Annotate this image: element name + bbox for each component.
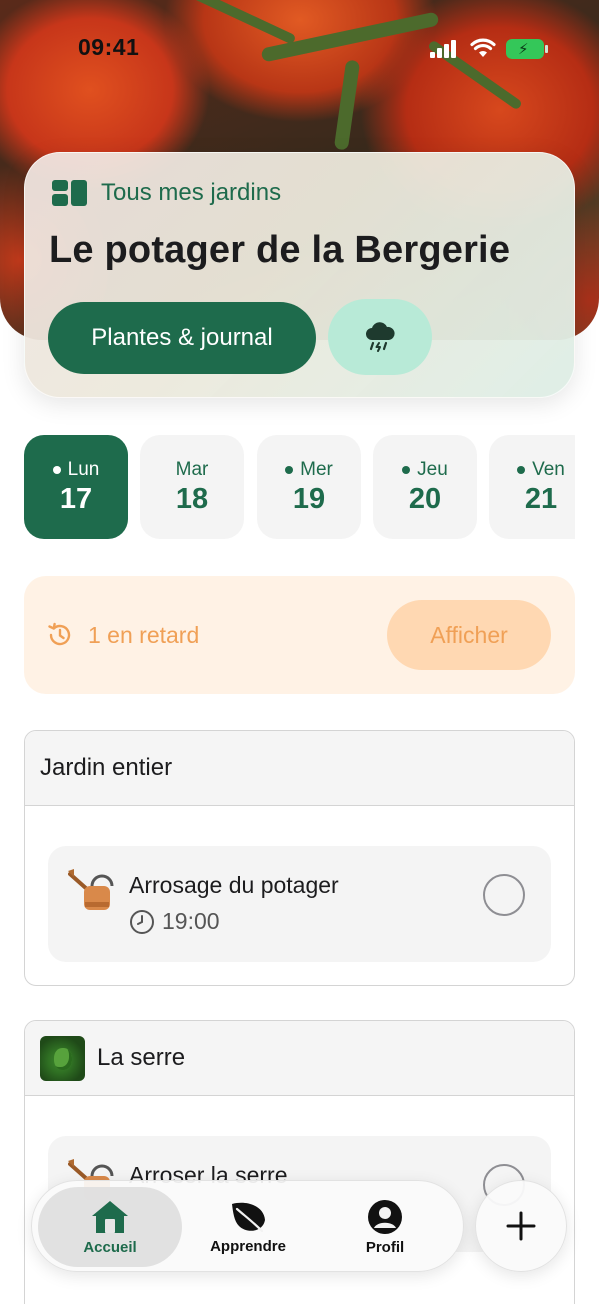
day-name: Mer: [300, 459, 333, 480]
day-chip[interactable]: Mar 18: [140, 435, 244, 539]
section-header: La serre: [25, 1021, 574, 1096]
day-name: Ven: [532, 459, 565, 480]
day-name: Mar: [175, 459, 209, 480]
greenhouse-thumbnail: [40, 1035, 85, 1081]
day-name: Lun: [67, 459, 100, 480]
tab-home[interactable]: Accueil: [38, 1187, 182, 1267]
day-chip[interactable]: Ven 21: [489, 435, 575, 539]
battery-icon: ⚡: [506, 39, 548, 59]
tab-bar: Accueil Apprendre Profil: [31, 1180, 464, 1272]
late-count-text: 1 en retard: [88, 621, 200, 648]
day-number: 17: [59, 483, 93, 515]
tab-label: Profil: [365, 1238, 405, 1256]
tasks-dot: [517, 466, 526, 474]
day-selector: Lun 17 Mar 18 Mer 19 Jeu 20 Ven 21: [24, 435, 575, 539]
tasks-dot: [402, 466, 411, 474]
signal-icon: [430, 40, 460, 58]
garden-card: Tous mes jardins Le potager de la Berger…: [24, 152, 575, 398]
all-gardens-label: Tous mes jardins: [101, 179, 282, 206]
home-icon: [92, 1200, 128, 1233]
tasks-dot: [52, 466, 61, 474]
profile-icon: [368, 1199, 402, 1234]
task-time-label: 19:00: [162, 908, 220, 934]
day-chip[interactable]: Jeu 20: [373, 435, 477, 539]
section-whole-garden: Jardin entier Arrosage du potager 19:00: [24, 730, 575, 986]
tab-learn[interactable]: Apprendre: [176, 1187, 320, 1267]
all-gardens-link[interactable]: Tous mes jardins: [52, 179, 281, 207]
tab-label: Apprendre: [210, 1237, 286, 1255]
day-number: 19: [292, 483, 326, 515]
tasks-dot: [285, 466, 294, 474]
tab-profile[interactable]: Profil: [313, 1187, 457, 1267]
task-card[interactable]: Arrosage du potager 19:00: [48, 846, 551, 962]
day-number: 18: [175, 483, 209, 515]
day-chip[interactable]: Lun 17: [24, 435, 128, 539]
task-title: Arrosage du potager: [129, 872, 339, 898]
gardens-grid-icon: [52, 180, 87, 206]
history-icon: [48, 622, 71, 646]
day-number: 21: [524, 483, 558, 515]
task-time: 19:00: [129, 908, 220, 935]
day-chip[interactable]: Mer 19: [257, 435, 361, 539]
wifi-icon: [470, 38, 496, 57]
section-header: Jardin entier: [25, 731, 574, 806]
leaf-icon: [232, 1202, 265, 1232]
day-name: Jeu: [417, 459, 448, 480]
weather-button[interactable]: [328, 299, 432, 375]
late-tasks-banner: 1 en retard Afficher: [24, 576, 575, 694]
show-late-button[interactable]: Afficher: [387, 600, 551, 670]
cloud-rain-lightning-icon: [366, 322, 395, 352]
clock-icon: [130, 909, 154, 934]
plants-journal-button[interactable]: Plantes & journal: [48, 302, 316, 374]
plus-icon: [506, 1211, 536, 1241]
section-title: La serre: [97, 1044, 186, 1071]
tab-label: Accueil: [83, 1238, 137, 1256]
status-time: 09:41: [78, 34, 140, 60]
day-number: 20: [408, 483, 442, 515]
status-bar: 09:41 ⚡: [0, 34, 599, 64]
complete-checkbox[interactable]: [483, 874, 525, 916]
watering-can-icon: [68, 869, 114, 910]
garden-title: Le potager de la Bergerie: [49, 229, 511, 271]
section-title: Jardin entier: [40, 754, 173, 781]
add-button[interactable]: [475, 1180, 567, 1272]
